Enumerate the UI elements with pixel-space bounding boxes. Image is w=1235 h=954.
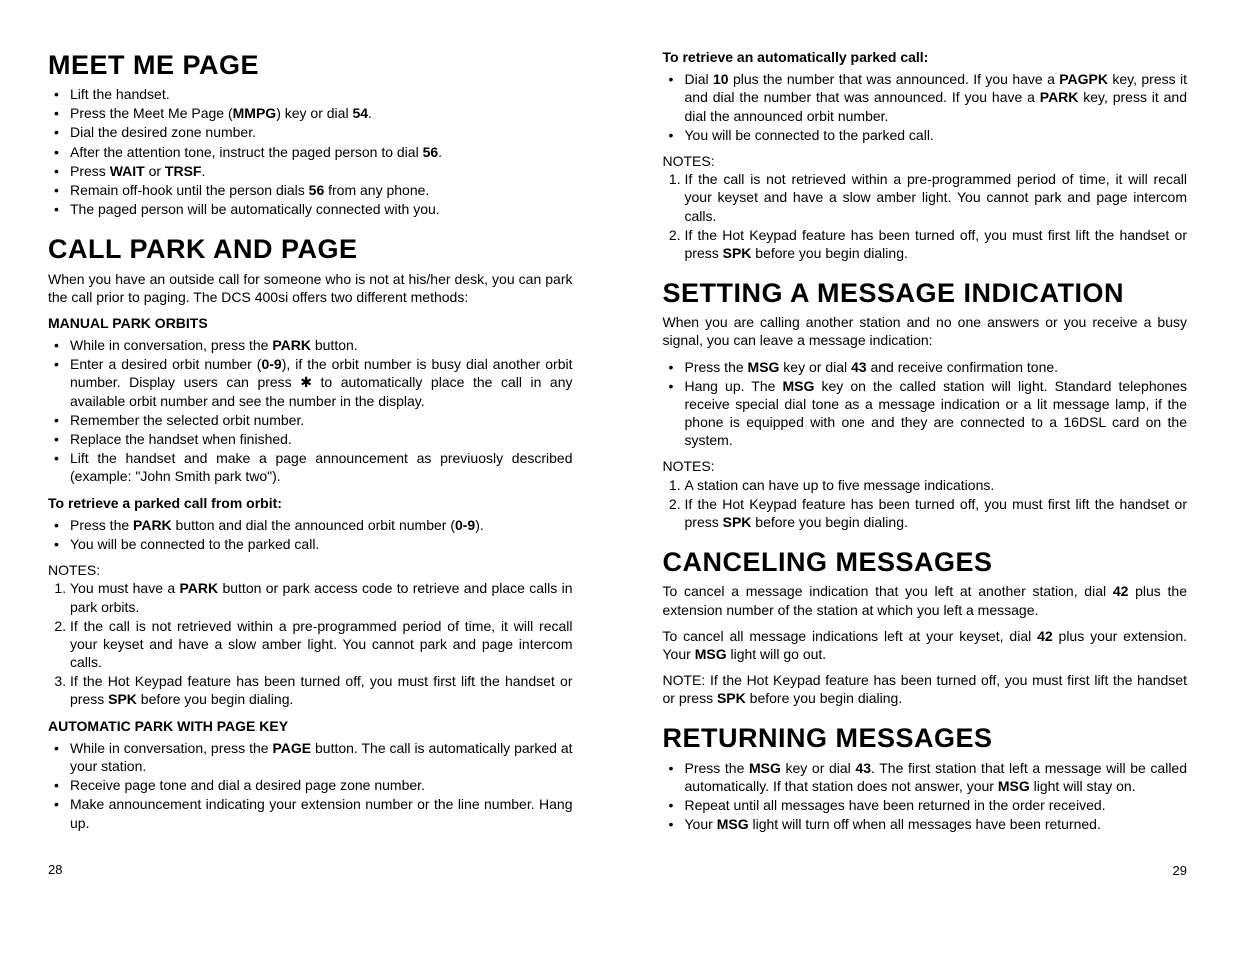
subhead-retrieve-orbit: To retrieve a parked call from orbit: <box>48 494 573 512</box>
list-item: If the Hot Keypad feature has been turne… <box>685 495 1188 531</box>
notes-label-left: NOTES: <box>48 561 573 579</box>
list-item: Receive page tone and dial a desired pag… <box>48 776 573 794</box>
list-item: If the Hot Keypad feature has been turne… <box>70 672 573 708</box>
list-item: Repeat until all messages have been retu… <box>663 796 1188 814</box>
heading-setting-message: SETTING A MESSAGE INDICATION <box>663 276 1188 311</box>
canceling-p1: To cancel a message indication that you … <box>663 582 1188 618</box>
notes-label-msg: NOTES: <box>663 457 1188 475</box>
page-number-left: 28 <box>48 862 573 879</box>
list-item: Make announcement indicating your extens… <box>48 795 573 831</box>
page-columns: MEET ME PAGE Lift the handset.Press the … <box>48 48 1187 880</box>
list-item: After the attention tone, instruct the p… <box>48 143 573 161</box>
list-item: Dial 10 plus the number that was announc… <box>663 70 1188 125</box>
list-item: You will be connected to the parked call… <box>663 126 1188 144</box>
list-item: If the Hot Keypad feature has been turne… <box>685 226 1188 262</box>
notes-list-left: You must have a PARK button or park acce… <box>48 579 573 708</box>
notes-list-msg: A station can have up to five message in… <box>663 476 1188 532</box>
list-item: Press the PARK button and dial the annou… <box>48 516 573 534</box>
canceling-p2: To cancel all message indications left a… <box>663 627 1188 663</box>
list-item: Hang up. The MSG key on the called stati… <box>663 377 1188 450</box>
subhead-auto-park: AUTOMATIC PARK WITH PAGE KEY <box>48 717 573 735</box>
list-item: If the call is not retrieved within a pr… <box>70 617 573 672</box>
meet-me-page-list: Lift the handset.Press the Meet Me Page … <box>48 85 573 218</box>
list-item: A station can have up to five message in… <box>685 476 1188 494</box>
manual-park-list: While in conversation, press the PARK bu… <box>48 336 573 486</box>
auto-park-list: While in conversation, press the PAGE bu… <box>48 739 573 832</box>
list-item: Your MSG light will turn off when all me… <box>663 815 1188 833</box>
canceling-p3: NOTE: If the Hot Keypad feature has been… <box>663 671 1188 707</box>
list-item: While in conversation, press the PAGE bu… <box>48 739 573 775</box>
list-item: Enter a desired orbit number (0-9), if t… <box>48 355 573 410</box>
list-item: Remember the selected orbit number. <box>48 411 573 429</box>
retrieve-auto-list: Dial 10 plus the number that was announc… <box>663 70 1188 144</box>
heading-returning: RETURNING MESSAGES <box>663 721 1188 756</box>
heading-canceling: CANCELING MESSAGES <box>663 545 1188 580</box>
list-item: You must have a PARK button or park acce… <box>70 579 573 615</box>
list-item: Press the MSG key or dial 43. The first … <box>663 759 1188 795</box>
heading-meet-me-page: MEET ME PAGE <box>48 48 573 83</box>
call-park-intro: When you have an outside call for someon… <box>48 270 573 306</box>
list-item: If the call is not retrieved within a pr… <box>685 170 1188 225</box>
notes-label-auto: NOTES: <box>663 152 1188 170</box>
notes-list-auto: If the call is not retrieved within a pr… <box>663 170 1188 262</box>
right-column: To retrieve an automatically parked call… <box>663 48 1188 880</box>
list-item: While in conversation, press the PARK bu… <box>48 336 573 354</box>
list-item: Press the MSG key or dial 43 and receive… <box>663 358 1188 376</box>
left-column: MEET ME PAGE Lift the handset.Press the … <box>48 48 573 880</box>
list-item: Dial the desired zone number. <box>48 123 573 141</box>
retrieve-orbit-list: Press the PARK button and dial the annou… <box>48 516 573 553</box>
list-item: You will be connected to the parked call… <box>48 535 573 553</box>
returning-list: Press the MSG key or dial 43. The first … <box>663 759 1188 834</box>
subhead-manual-park: MANUAL PARK ORBITS <box>48 314 573 332</box>
setting-msg-intro: When you are calling another station and… <box>663 313 1188 349</box>
heading-call-park-and-page: CALL PARK AND PAGE <box>48 232 573 267</box>
list-item: Press the Meet Me Page (MMPG) key or dia… <box>48 104 573 122</box>
list-item: Lift the handset. <box>48 85 573 103</box>
page-number-right: 29 <box>663 863 1188 880</box>
list-item: Lift the handset and make a page announc… <box>48 449 573 485</box>
subhead-retrieve-auto: To retrieve an automatically parked call… <box>663 48 1188 66</box>
list-item: Replace the handset when finished. <box>48 430 573 448</box>
list-item: Press WAIT or TRSF. <box>48 162 573 180</box>
setting-msg-list: Press the MSG key or dial 43 and receive… <box>663 358 1188 450</box>
list-item: Remain off-hook until the person dials 5… <box>48 181 573 199</box>
list-item: The paged person will be automatically c… <box>48 200 573 218</box>
